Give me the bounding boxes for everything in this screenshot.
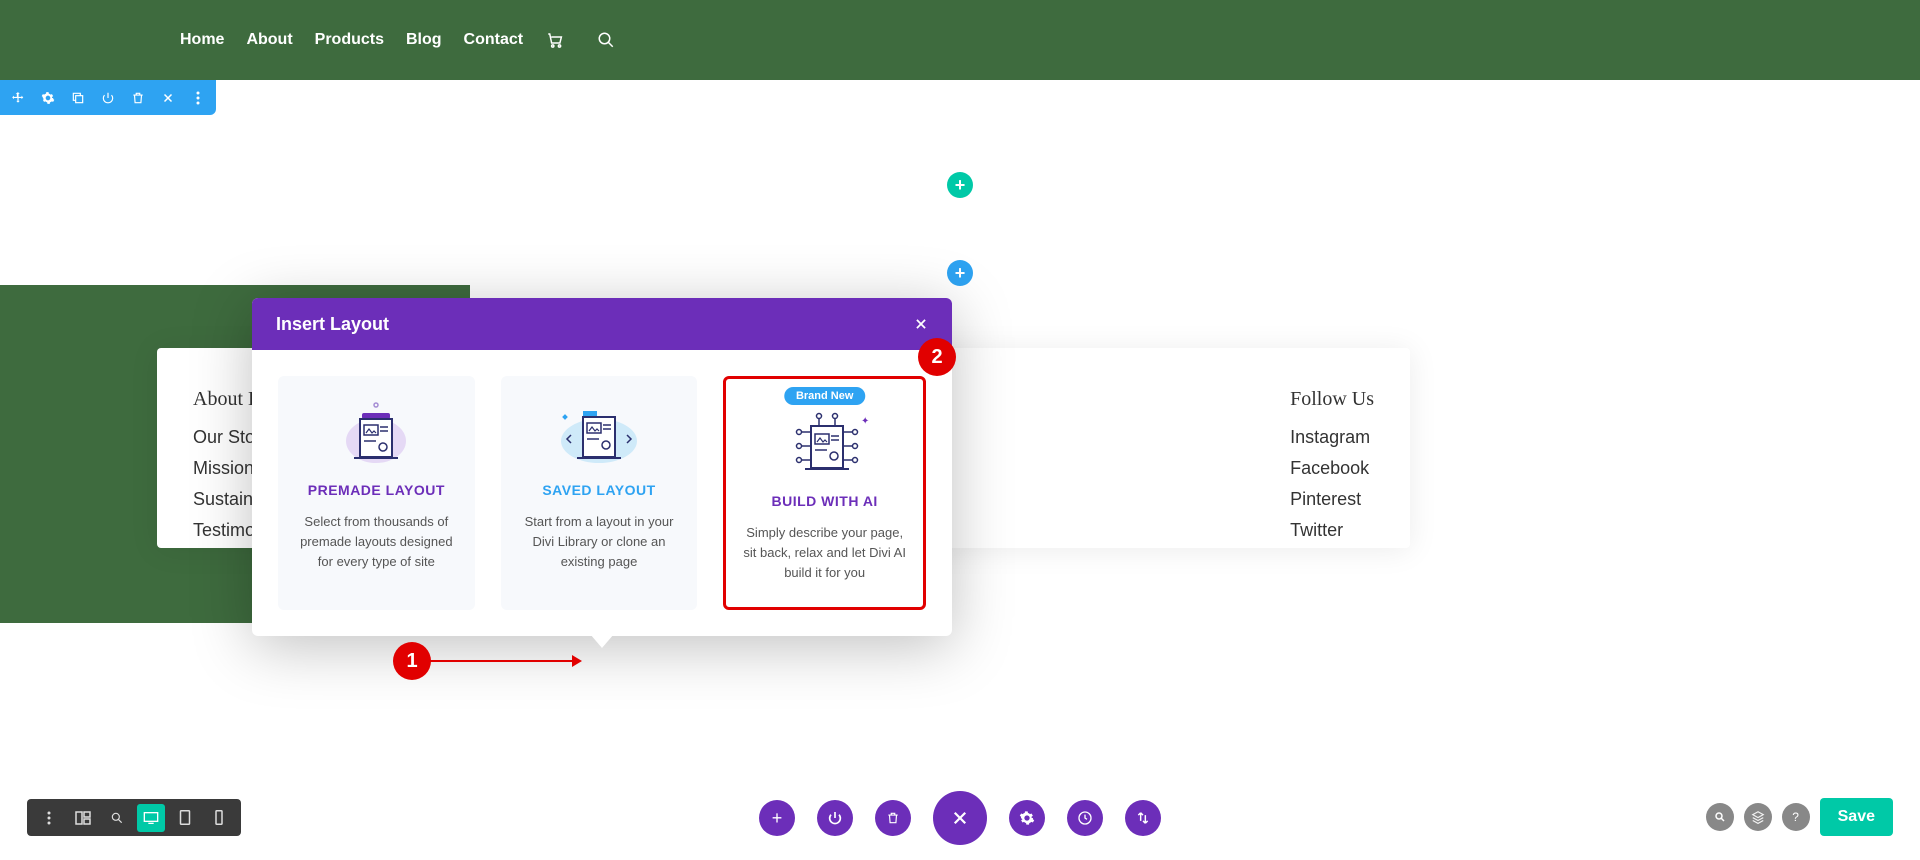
footer-link[interactable]: Instagram (1290, 427, 1374, 448)
footer-link[interactable]: Pinterest (1290, 489, 1374, 510)
add-row-button[interactable]: + (947, 260, 973, 286)
premade-layout-icon (294, 398, 459, 470)
builder-toolbar: + (759, 791, 1161, 845)
layers-icon[interactable] (1744, 803, 1772, 831)
footer-link[interactable]: Facebook (1290, 458, 1374, 479)
option-title: PREMADE LAYOUT (294, 482, 459, 498)
nav-contact[interactable]: Contact (464, 31, 524, 49)
nav-products[interactable]: Products (315, 31, 384, 49)
build-ai-icon: ✦ (742, 409, 907, 481)
nav-home[interactable]: Home (180, 31, 224, 49)
footer-col-follow: Follow Us Instagram Facebook Pinterest T… (1290, 388, 1374, 508)
site-header: Home About Products Blog Contact (0, 0, 1920, 80)
more-icon[interactable] (35, 804, 63, 832)
option-premade-layout[interactable]: PREMADE LAYOUT Select from thousands of … (278, 376, 475, 610)
option-desc: Start from a layout in your Divi Library… (517, 512, 682, 572)
nav-blog[interactable]: Blog (406, 31, 442, 49)
history-button[interactable] (1067, 800, 1103, 836)
search-small-icon[interactable] (1706, 803, 1734, 831)
saved-layout-icon (517, 398, 682, 470)
gear-icon[interactable] (40, 90, 56, 106)
modal-header: Insert Layout (252, 298, 952, 350)
insert-layout-modal: Insert Layout PREMADE LAYOUT Select from… (252, 298, 952, 636)
cart-icon[interactable] (545, 31, 565, 49)
option-desc: Simply describe your page, sit back, rel… (742, 523, 907, 583)
power-icon[interactable] (100, 90, 116, 106)
option-build-with-ai[interactable]: Brand New ✦ BUILD WITH AI Simply describ… (723, 376, 926, 610)
modal-body: PREMADE LAYOUT Select from thousands of … (252, 350, 952, 636)
trash-icon[interactable] (130, 90, 146, 106)
brand-new-badge: Brand New (784, 387, 865, 405)
view-toolbar (27, 799, 241, 836)
svg-text:✦: ✦ (861, 416, 869, 427)
annotation-marker-2: 2 (918, 338, 956, 376)
phone-view-icon[interactable] (205, 804, 233, 832)
option-title: BUILD WITH AI (742, 493, 907, 509)
option-title: SAVED LAYOUT (517, 482, 682, 498)
option-saved-layout[interactable]: SAVED LAYOUT Start from a layout in your… (501, 376, 698, 610)
option-desc: Select from thousands of premade layouts… (294, 512, 459, 572)
close-builder-button[interactable] (933, 791, 987, 845)
desktop-view-icon[interactable] (137, 804, 165, 832)
settings-button[interactable] (1009, 800, 1045, 836)
annotation-arrowhead (572, 655, 582, 667)
trash-button[interactable] (875, 800, 911, 836)
duplicate-icon[interactable] (70, 90, 86, 106)
zoom-icon[interactable] (103, 804, 131, 832)
footer-follow-title: Follow Us (1290, 388, 1374, 411)
search-icon[interactable] (597, 31, 615, 49)
section-toolbar (0, 80, 216, 115)
close-icon[interactable] (160, 90, 176, 106)
save-button[interactable]: Save (1820, 798, 1893, 836)
add-button[interactable]: + (759, 800, 795, 836)
import-export-button[interactable] (1125, 800, 1161, 836)
power-button[interactable] (817, 800, 853, 836)
modal-close-button[interactable] (914, 317, 928, 331)
wireframe-icon[interactable] (69, 804, 97, 832)
modal-title: Insert Layout (276, 314, 389, 335)
annotation-marker-1: 1 (393, 642, 431, 680)
bottom-right-group: ? Save (1706, 798, 1893, 836)
move-icon[interactable] (10, 90, 26, 106)
more-icon[interactable] (190, 90, 206, 106)
add-section-button[interactable]: + (947, 172, 973, 198)
tablet-view-icon[interactable] (171, 804, 199, 832)
nav-about[interactable]: About (246, 31, 292, 49)
footer-link[interactable]: Twitter (1290, 520, 1374, 541)
help-icon[interactable]: ? (1782, 803, 1810, 831)
annotation-arrow (430, 660, 578, 662)
